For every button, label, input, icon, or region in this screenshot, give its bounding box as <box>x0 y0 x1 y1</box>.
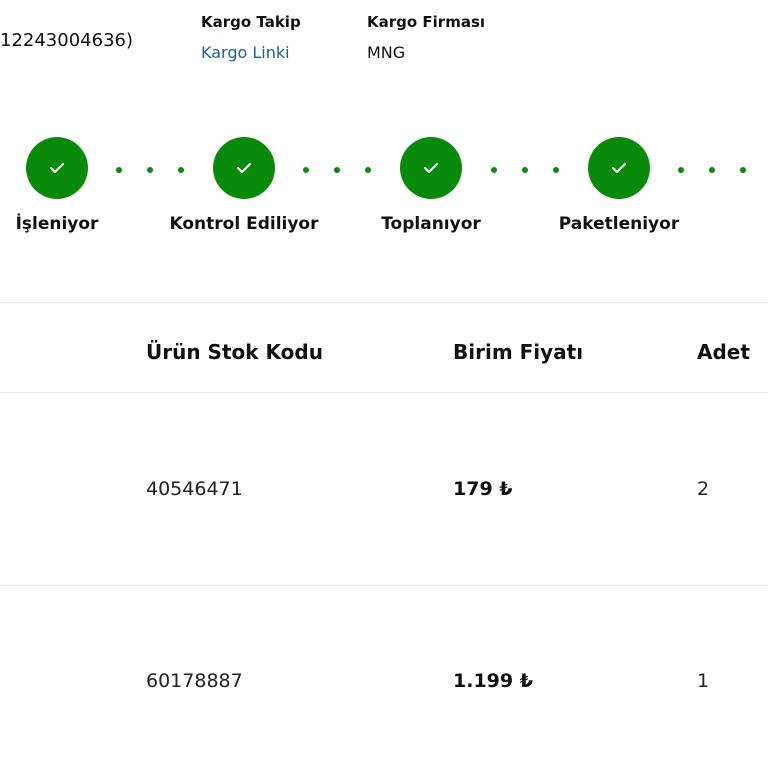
column-header-unit-price: Birim Fiyatı <box>453 340 584 364</box>
connector-dot <box>334 167 340 173</box>
connector-dot <box>522 167 528 173</box>
divider <box>0 392 768 393</box>
connector-dot <box>178 167 184 173</box>
check-icon <box>237 163 251 173</box>
tracking-link[interactable]: Kargo Linki <box>201 43 290 62</box>
divider <box>0 302 768 303</box>
cell-unit-price: 1.199 ₺ <box>453 670 533 692</box>
cell-quantity: 2 <box>697 478 710 500</box>
connector-dot <box>709 167 715 173</box>
column-header-quantity: Adet <box>697 340 750 364</box>
step-4-indicator <box>588 137 650 199</box>
step-1-indicator <box>26 137 88 199</box>
step-1-label: İşleniyor <box>15 214 99 234</box>
connector-dot <box>147 167 153 173</box>
connector-dot <box>678 167 684 173</box>
connector-dot <box>365 167 371 173</box>
cell-quantity: 1 <box>697 670 710 692</box>
step-4-label: Paketleniyor <box>558 214 680 234</box>
cell-sku: 60178887 <box>146 670 243 692</box>
order-number: 12243004636) <box>0 30 133 51</box>
tracking-label: Kargo Takip <box>201 13 301 31</box>
connector-dot <box>553 167 559 173</box>
carrier-value: MNG <box>367 43 406 62</box>
carrier-label: Kargo Firması <box>367 13 486 31</box>
cell-sku: 40546471 <box>146 478 243 500</box>
step-2-label: Kontrol Ediliyor <box>169 214 319 234</box>
connector-dot <box>491 167 497 173</box>
column-header-sku: Ürün Stok Kodu <box>146 340 323 364</box>
connector-dot <box>303 167 309 173</box>
check-icon <box>612 163 626 173</box>
check-icon <box>424 163 438 173</box>
divider <box>0 585 768 586</box>
step-3-indicator <box>400 137 462 199</box>
connector-dot <box>740 167 746 173</box>
check-icon <box>50 163 64 173</box>
step-2-indicator <box>213 137 275 199</box>
step-3-label: Toplanıyor <box>381 214 481 234</box>
cell-unit-price: 179 ₺ <box>453 478 513 500</box>
connector-dot <box>116 167 122 173</box>
